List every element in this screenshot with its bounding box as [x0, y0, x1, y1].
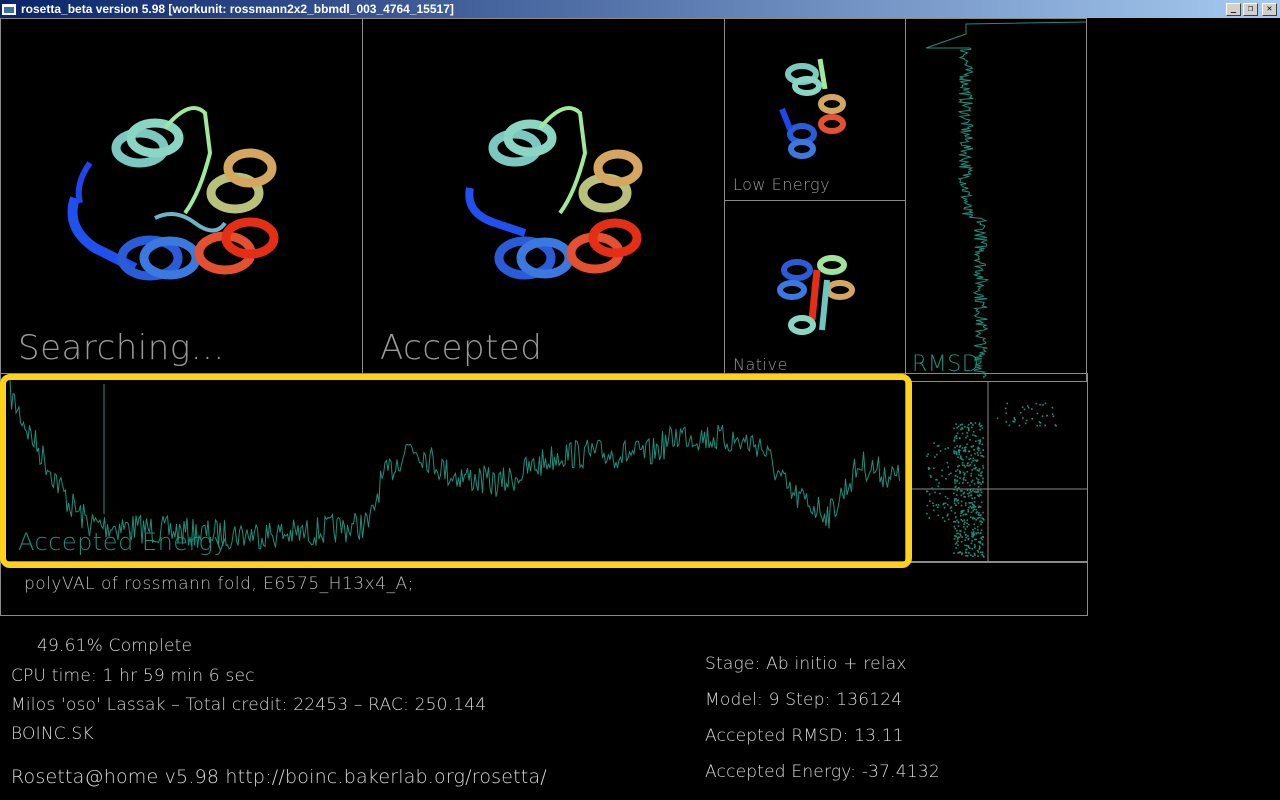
minimize-button[interactable]: _ [1226, 2, 1241, 16]
stage-info: Stage: Ab initio + relax [705, 654, 907, 674]
scatter-points [926, 402, 1057, 558]
accepted-energy-info: Accepted Energy: -37.4132 [705, 762, 940, 782]
user-credit-line: Milos 'oso' Lassak – Total credit: 22453… [11, 695, 487, 715]
rmsd-energy-scatter [906, 382, 1087, 562]
helix-teal [111, 118, 184, 168]
low-energy-label: Low Energy [733, 175, 831, 194]
accepted-structure [465, 106, 643, 280]
window-title-bar[interactable]: rosetta_beta version 5.98 [workunit: ros… [0, 0, 1280, 18]
accepted-label: Accepted [380, 328, 543, 368]
rmsd-trace-line [925, 21, 1087, 379]
native-structure [777, 255, 855, 335]
searching-structure [67, 106, 279, 281]
close-button[interactable]: ✕ [1262, 2, 1277, 16]
cpu-time: CPU time: 1 hr 59 min 6 sec [11, 666, 255, 686]
rmsd-trace [925, 21, 1087, 379]
searching-label: Searching... [18, 328, 225, 368]
accepted-energy-label: Accepted Energy [18, 528, 229, 556]
percent-complete: 49.61% Complete [37, 636, 193, 656]
restore-button[interactable]: ❐ [1243, 2, 1258, 16]
app-window-icon [2, 3, 16, 15]
helix-blue [117, 235, 201, 281]
accepted-rmsd-info: Accepted RMSD: 13.11 [705, 726, 904, 746]
team-name: BOINC.SK [11, 724, 94, 744]
energy-trace-line [9, 378, 900, 550]
helix-olive [206, 148, 277, 214]
app-footer: Rosetta@home v5.98 http://boinc.bakerlab… [11, 766, 547, 788]
window-title: rosetta_beta version 5.98 [workunit: ros… [21, 2, 454, 16]
native-label: Native [733, 355, 788, 374]
low-energy-structure [779, 58, 846, 159]
workunit-description: polyVAL of rossmann fold, E6575_H13x4_A; [24, 574, 414, 594]
graphics-area: Searching... Accepted Low Energy Native … [0, 18, 1088, 616]
model-step-info: Model: 9 Step: 136124 [705, 690, 903, 710]
